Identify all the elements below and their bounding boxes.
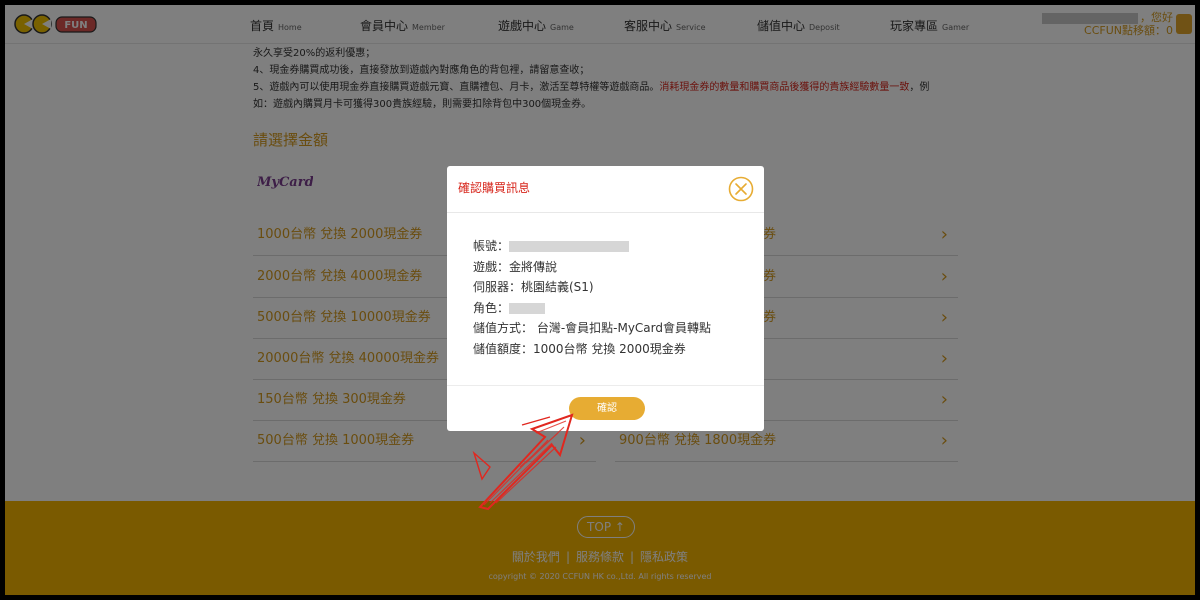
close-icon[interactable] [728,176,754,202]
game-row: 遊戲：金將傳說 [473,259,558,274]
dialog-title: 確認購買訊息 [458,181,531,195]
dialog-header: 確認購買訊息 [447,166,764,213]
role-value-redacted [509,302,546,314]
account-row: 帳號： [473,236,711,257]
confirm-purchase-dialog: 確認購買訊息 帳號： 遊戲：金將傳說 伺服器：桃園結義(S1) 角色： 儲值方式… [447,166,764,431]
account-label: 帳號： [473,239,510,253]
confirm-button[interactable]: 確認 [569,397,645,420]
dialog-divider [447,385,764,386]
dialog-body: 帳號： 遊戲：金將傳說 伺服器：桃園結義(S1) 角色： 儲值方式： 台灣-會員… [473,236,711,359]
role-row: 角色： [473,298,711,319]
payment-method-row: 儲值方式： 台灣-會員扣點-MyCard會員轉點 [473,321,712,335]
amount-row: 儲值額度：1000台幣 兌換 2000現金券 [473,341,686,356]
page-frame: FUN 首頁Home 會員中心Member 遊戲中心Game 客服中心Servi… [5,5,1195,595]
red-arrow-annotation-icon [472,413,574,511]
server-row: 伺服器：桃園結義(S1) [473,280,594,294]
account-value-redacted [509,241,630,252]
role-label: 角色： [473,300,510,315]
